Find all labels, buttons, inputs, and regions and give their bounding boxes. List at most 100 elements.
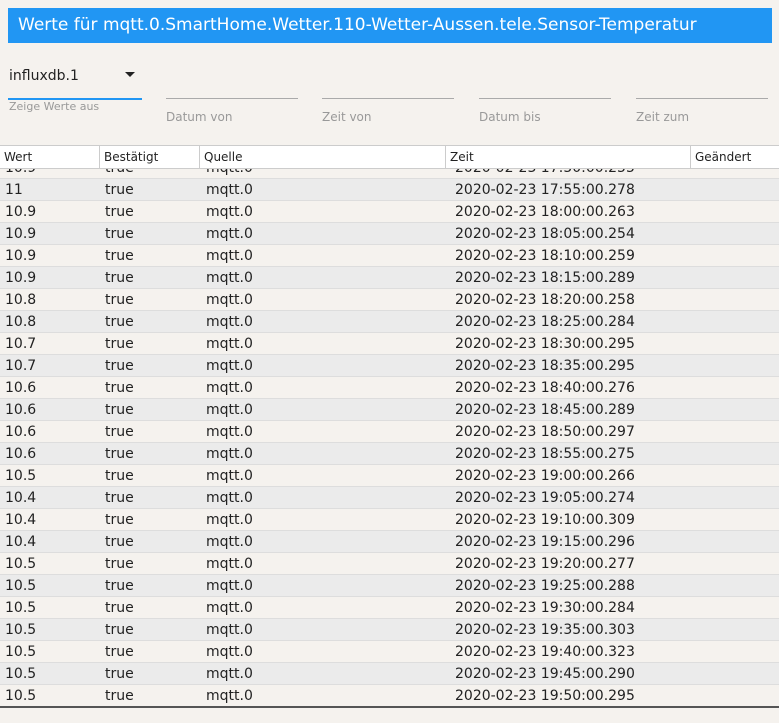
table-row[interactable]: 10.4 true mqtt.0 2020-02-23 19:05:00.274 bbox=[0, 487, 779, 509]
cell-quelle: mqtt.0 bbox=[206, 204, 253, 220]
cell-quelle: mqtt.0 bbox=[206, 314, 253, 330]
table-row[interactable]: 10.5 true mqtt.0 2020-02-23 19:30:00.284 bbox=[0, 597, 779, 619]
table-row[interactable]: 10.5 true mqtt.0 2020-02-23 19:00:00.266 bbox=[0, 465, 779, 487]
cell-zeit: 2020-02-23 18:15:00.289 bbox=[455, 270, 635, 286]
column-header-quelle[interactable]: Quelle bbox=[200, 146, 446, 168]
table-header: Wert Bestätigt Quelle Zeit Geändert bbox=[0, 146, 779, 169]
table-row[interactable]: 10.8 true mqtt.0 2020-02-23 18:25:00.284 bbox=[0, 311, 779, 333]
values-table[interactable]: Wert Bestätigt Quelle Zeit Geändert 10.9… bbox=[0, 145, 779, 708]
table-row[interactable]: 10.8 true mqtt.0 2020-02-23 18:20:00.258 bbox=[0, 289, 779, 311]
cell-wert: 10.9 bbox=[5, 204, 37, 220]
cell-bestaetigt: true bbox=[105, 424, 134, 440]
cell-zeit: 2020-02-23 19:15:00.296 bbox=[455, 534, 635, 550]
cell-bestaetigt: true bbox=[105, 182, 134, 198]
cell-bestaetigt: true bbox=[105, 600, 134, 616]
cell-wert: 10.5 bbox=[5, 578, 37, 594]
cell-zeit: 2020-02-23 18:30:00.295 bbox=[455, 336, 635, 352]
cell-quelle: mqtt.0 bbox=[206, 446, 253, 462]
zeit-von-label: Zeit von bbox=[322, 110, 372, 124]
cell-quelle: mqtt.0 bbox=[206, 688, 253, 704]
column-header-geaendert[interactable]: Geändert bbox=[691, 146, 779, 168]
table-row[interactable]: 10.6 true mqtt.0 2020-02-23 18:55:00.275 bbox=[0, 443, 779, 465]
cell-wert: 10.5 bbox=[5, 468, 37, 484]
cell-bestaetigt: true bbox=[105, 512, 134, 528]
instance-select-value[interactable]: influxdb.1 bbox=[9, 68, 79, 84]
cell-zeit: 2020-02-23 19:05:00.274 bbox=[455, 490, 635, 506]
table-row[interactable]: 10.4 true mqtt.0 2020-02-23 19:15:00.296 bbox=[0, 531, 779, 553]
cell-bestaetigt: true bbox=[105, 622, 134, 638]
table-row[interactable]: 11 true mqtt.0 2020-02-23 17:55:00.278 bbox=[0, 179, 779, 201]
cell-quelle: mqtt.0 bbox=[206, 512, 253, 528]
column-header-zeit[interactable]: Zeit bbox=[446, 146, 691, 168]
cell-quelle: mqtt.0 bbox=[206, 226, 253, 242]
datum-bis-label: Datum bis bbox=[479, 110, 541, 124]
cell-quelle: mqtt.0 bbox=[206, 358, 253, 374]
cell-quelle: mqtt.0 bbox=[206, 248, 253, 264]
cell-bestaetigt: true bbox=[105, 248, 134, 264]
cell-bestaetigt: true bbox=[105, 314, 134, 330]
table-row[interactable]: 10.9 true mqtt.0 2020-02-23 18:10:00.259 bbox=[0, 245, 779, 267]
column-header-bestaetigt[interactable]: Bestätigt bbox=[100, 146, 200, 168]
table-row[interactable]: 10.6 true mqtt.0 2020-02-23 18:50:00.297 bbox=[0, 421, 779, 443]
cell-wert: 10.7 bbox=[5, 358, 37, 374]
table-row[interactable]: 10.9 true mqtt.0 2020-02-23 18:05:00.254 bbox=[0, 223, 779, 245]
cell-quelle: mqtt.0 bbox=[206, 468, 253, 484]
cell-wert: 10.6 bbox=[5, 380, 37, 396]
cell-quelle: mqtt.0 bbox=[206, 336, 253, 352]
cell-wert: 10.9 bbox=[5, 270, 37, 286]
cell-wert: 10.4 bbox=[5, 534, 37, 550]
table-row[interactable]: 10.5 true mqtt.0 2020-02-23 19:40:00.323 bbox=[0, 641, 779, 663]
table-row[interactable]: 10.5 true mqtt.0 2020-02-23 19:50:00.295 bbox=[0, 685, 779, 707]
cell-zeit: 2020-02-23 19:45:00.290 bbox=[455, 666, 635, 682]
column-header-wert[interactable]: Wert bbox=[0, 146, 100, 168]
table-row[interactable]: 10.7 true mqtt.0 2020-02-23 18:30:00.295 bbox=[0, 333, 779, 355]
filter-bar: influxdb.1 Zeige Werte aus Datum von Zei… bbox=[0, 60, 779, 140]
cell-bestaetigt: true bbox=[105, 204, 134, 220]
cell-bestaetigt: true bbox=[105, 336, 134, 352]
cell-wert: 10.6 bbox=[5, 424, 37, 440]
cell-quelle: mqtt.0 bbox=[206, 402, 253, 418]
table-row[interactable]: 10.5 true mqtt.0 2020-02-23 19:35:00.303 bbox=[0, 619, 779, 641]
cell-zeit: 2020-02-23 17:55:00.278 bbox=[455, 182, 635, 198]
table-row[interactable]: 10.7 true mqtt.0 2020-02-23 18:35:00.295 bbox=[0, 355, 779, 377]
cell-quelle: mqtt.0 bbox=[206, 380, 253, 396]
cell-quelle: mqtt.0 bbox=[206, 270, 253, 286]
datum-von-field[interactable]: Datum von bbox=[166, 60, 298, 140]
zeit-von-field[interactable]: Zeit von bbox=[322, 60, 455, 140]
cell-zeit: 2020-02-23 19:25:00.288 bbox=[455, 578, 635, 594]
cell-wert: 10.5 bbox=[5, 622, 37, 638]
table-row[interactable]: 10.5 true mqtt.0 2020-02-23 19:25:00.288 bbox=[0, 575, 779, 597]
table-row[interactable]: 10.9 true mqtt.0 2020-02-23 18:15:00.289 bbox=[0, 267, 779, 289]
cell-quelle: mqtt.0 bbox=[206, 622, 253, 638]
datum-bis-field[interactable]: Datum bis bbox=[479, 60, 612, 140]
cell-zeit: 2020-02-23 19:10:00.309 bbox=[455, 512, 635, 528]
table-row[interactable]: 10.5 true mqtt.0 2020-02-23 19:45:00.290 bbox=[0, 663, 779, 685]
chevron-down-icon[interactable] bbox=[125, 72, 135, 77]
cell-wert: 10.4 bbox=[5, 490, 37, 506]
table-row[interactable]: 10.6 true mqtt.0 2020-02-23 18:40:00.276 bbox=[0, 377, 779, 399]
table-bottom-border bbox=[0, 706, 779, 708]
table-row[interactable]: 10.9 true mqtt.0 2020-02-23 18:00:00.263 bbox=[0, 201, 779, 223]
cell-zeit: 2020-02-23 19:30:00.284 bbox=[455, 600, 635, 616]
cell-bestaetigt: true bbox=[105, 490, 134, 506]
cell-zeit: 2020-02-23 18:20:00.258 bbox=[455, 292, 635, 308]
zeit-zum-field[interactable]: Zeit zum bbox=[636, 60, 768, 140]
cell-bestaetigt: true bbox=[105, 270, 134, 286]
field-underline bbox=[479, 98, 611, 99]
cell-zeit: 2020-02-23 19:35:00.303 bbox=[455, 622, 635, 638]
cell-zeit: 2020-02-23 18:10:00.259 bbox=[455, 248, 635, 264]
cell-wert: 10.9 bbox=[5, 226, 37, 242]
table-row[interactable]: 10.4 true mqtt.0 2020-02-23 19:10:00.309 bbox=[0, 509, 779, 531]
cell-quelle: mqtt.0 bbox=[206, 666, 253, 682]
cell-zeit: 2020-02-23 18:35:00.295 bbox=[455, 358, 635, 374]
cell-zeit: 2020-02-23 19:20:00.277 bbox=[455, 556, 635, 572]
instance-select[interactable]: influxdb.1 Zeige Werte aus bbox=[0, 60, 150, 140]
cell-zeit: 2020-02-23 18:55:00.275 bbox=[455, 446, 635, 462]
cell-quelle: mqtt.0 bbox=[206, 292, 253, 308]
table-row[interactable]: 10.6 true mqtt.0 2020-02-23 18:45:00.289 bbox=[0, 399, 779, 421]
zeit-zum-label: Zeit zum bbox=[636, 110, 690, 124]
cell-bestaetigt: true bbox=[105, 226, 134, 242]
cell-wert: 10.8 bbox=[5, 292, 37, 308]
cell-bestaetigt: true bbox=[105, 578, 134, 594]
table-row[interactable]: 10.5 true mqtt.0 2020-02-23 19:20:00.277 bbox=[0, 553, 779, 575]
